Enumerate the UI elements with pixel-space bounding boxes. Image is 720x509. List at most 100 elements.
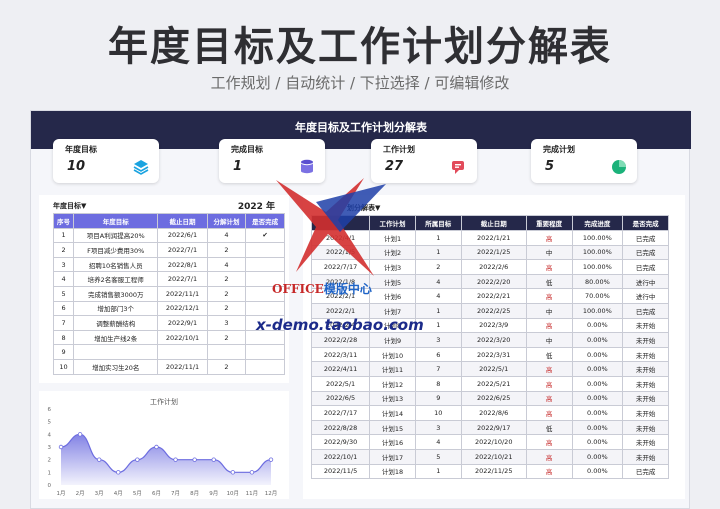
table-cell[interactable]: 10 xyxy=(52,358,75,375)
table-cell[interactable]: 4 xyxy=(206,256,247,273)
table-row[interactable]: 2022/6/5 计划13 9 2022/6/25 高 0.00% 未开始 xyxy=(310,390,669,407)
table-cell[interactable]: 2 xyxy=(414,259,462,275)
table-cell[interactable]: 10 xyxy=(414,405,462,421)
table-cell[interactable] xyxy=(245,358,285,375)
table-cell[interactable]: 高 xyxy=(525,288,573,304)
table-cell[interactable]: 进行中 xyxy=(622,288,669,304)
table-row[interactable]: 10 增加实习生20名 2022/11/1 2 xyxy=(52,358,285,375)
table-cell[interactable]: 计划18 xyxy=(369,463,416,480)
table-cell[interactable]: 2022/6/1 xyxy=(157,227,208,244)
table-cell[interactable]: 1 xyxy=(414,244,462,261)
table-cell[interactable]: 未开始 xyxy=(622,375,669,392)
table-cell[interactable]: 0.00% xyxy=(571,419,624,436)
table-row[interactable]: 2022/7/17 计划14 10 2022/8/6 高 0.00% 未开始 xyxy=(310,405,669,421)
table-cell[interactable]: 2022/6/5 xyxy=(310,390,371,407)
table-cell[interactable]: 低 xyxy=(525,273,573,290)
table-cell[interactable]: 2022/10/21 xyxy=(460,448,527,465)
table-row[interactable]: 7 调整薪酬结构 2022/9/1 3 xyxy=(52,315,285,331)
table-cell[interactable]: 招聘10名销售人员 xyxy=(73,256,159,273)
table-cell[interactable]: 计划10 xyxy=(369,346,416,363)
table-cell[interactable]: 已完成 xyxy=(622,259,669,275)
table-cell[interactable]: 3 xyxy=(414,332,462,348)
table-cell[interactable]: 2 xyxy=(206,271,247,287)
table-cell[interactable]: 中 xyxy=(525,244,573,261)
table-cell[interactable]: 计划12 xyxy=(369,375,416,392)
table-cell[interactable]: 7 xyxy=(52,315,75,331)
table-cell[interactable]: 1 xyxy=(52,227,75,244)
table-cell[interactable]: F项目减少费用30% xyxy=(73,242,159,258)
table-cell[interactable] xyxy=(245,344,285,360)
table-cell[interactable]: 已完成 xyxy=(622,244,669,261)
table-cell[interactable]: 计划11 xyxy=(369,361,416,377)
table-row[interactable]: 9 xyxy=(52,344,285,360)
table-cell[interactable]: 3 xyxy=(52,256,75,273)
table-cell[interactable]: 高 xyxy=(525,230,573,246)
table-row[interactable]: 2022/9/30 计划16 4 2022/10/20 高 0.00% 未开始 xyxy=(310,434,669,450)
table-cell[interactable]: 80.00% xyxy=(571,273,624,290)
table-cell[interactable]: 2 xyxy=(206,285,247,302)
table-cell[interactable]: 4 xyxy=(206,227,247,244)
table-cell[interactable]: 2022/7/17 xyxy=(310,405,371,421)
table-cell[interactable]: 0.00% xyxy=(571,375,624,392)
table-cell[interactable]: 增加生产线2条 xyxy=(73,329,159,346)
table-cell[interactable]: 高 xyxy=(525,434,573,450)
table-cell[interactable]: 4 xyxy=(414,434,462,450)
table-cell[interactable]: 高 xyxy=(525,390,573,407)
table-cell[interactable]: 2022/3/11 xyxy=(310,346,371,363)
table-cell[interactable]: 1 xyxy=(414,230,462,246)
table-row[interactable]: 3 招聘10名销售人员 2022/8/1 4 xyxy=(52,256,285,273)
table-cell[interactable]: 5 xyxy=(414,448,462,465)
table-cell[interactable]: 2022/7/1 xyxy=(157,271,208,287)
table-cell[interactable]: 未开始 xyxy=(622,419,669,436)
table-cell[interactable]: 已完成 xyxy=(622,230,669,246)
table-cell[interactable]: 2022/1/21 xyxy=(460,230,527,246)
table-cell[interactable]: 低 xyxy=(525,419,573,436)
table-cell[interactable]: 2022/11/1 xyxy=(157,285,208,302)
table-cell[interactable]: 2 xyxy=(52,242,75,258)
table-cell[interactable]: 未开始 xyxy=(622,405,669,421)
table-row[interactable]: 2022/3/11 计划10 6 2022/3/31 低 0.00% 未开始 xyxy=(310,346,669,363)
table-cell[interactable]: 未开始 xyxy=(622,332,669,348)
table-row[interactable]: 6 增加部门3个 2022/12/1 2 xyxy=(52,300,285,317)
table-cell[interactable]: 0.00% xyxy=(571,463,624,480)
table-cell[interactable] xyxy=(73,344,159,360)
table-cell[interactable]: 未开始 xyxy=(622,434,669,450)
table-cell[interactable]: 5 xyxy=(52,285,75,302)
table-cell[interactable]: 计划14 xyxy=(369,405,416,421)
table-cell[interactable]: 2 xyxy=(206,358,247,375)
table-cell[interactable]: 2022/3/31 xyxy=(460,346,527,363)
table-cell[interactable]: 2022/11/5 xyxy=(310,463,371,480)
table-cell[interactable]: 2022/11/1 xyxy=(157,358,208,375)
table-cell[interactable]: 2022/10/1 xyxy=(157,329,208,346)
table-cell[interactable]: 2022/8/1 xyxy=(157,256,208,273)
table-cell[interactable]: 2022/5/1 xyxy=(460,361,527,377)
table-cell[interactable]: 6 xyxy=(414,346,462,363)
table-cell[interactable]: 高 xyxy=(525,317,573,334)
table-cell[interactable]: 100.00% xyxy=(571,302,624,319)
table-cell[interactable]: 已完成 xyxy=(622,463,669,480)
table-cell[interactable]: 2022/9/1 xyxy=(157,315,208,331)
table-row[interactable]: 8 增加生产线2条 2022/10/1 2 xyxy=(52,329,285,346)
table-cell[interactable]: 2022/3/20 xyxy=(460,332,527,348)
table-cell[interactable]: 2022/4/11 xyxy=(310,361,371,377)
table-cell[interactable]: 9 xyxy=(414,390,462,407)
table-cell[interactable]: 2022/12/1 xyxy=(157,300,208,317)
table-cell[interactable]: 项目A利润提高20% xyxy=(73,227,159,244)
table-cell[interactable]: 0.00% xyxy=(571,361,624,377)
table-cell[interactable]: 中 xyxy=(525,302,573,319)
table-row[interactable]: 1 项目A利润提高20% 2022/6/1 4 ✔ xyxy=(52,227,285,244)
table-cell[interactable] xyxy=(157,344,208,360)
table-cell[interactable]: 70.00% xyxy=(571,288,624,304)
table-cell[interactable]: 完成销售额3000万 xyxy=(73,285,159,302)
table-cell[interactable]: 3 xyxy=(414,419,462,436)
table-cell[interactable]: 未开始 xyxy=(622,448,669,465)
table-cell[interactable]: 7 xyxy=(414,361,462,377)
table-cell[interactable]: 2022/6/25 xyxy=(460,390,527,407)
table-cell[interactable]: 调整薪酬结构 xyxy=(73,315,159,331)
table-cell[interactable]: 2022/10/20 xyxy=(460,434,527,450)
table-row[interactable]: 2022/4/11 计划11 7 2022/5/1 高 0.00% 未开始 xyxy=(310,361,669,377)
table-cell[interactable]: 计划16 xyxy=(369,434,416,450)
table-cell[interactable]: 高 xyxy=(525,448,573,465)
table-cell[interactable]: 100.00% xyxy=(571,230,624,246)
table-cell[interactable]: 进行中 xyxy=(622,273,669,290)
